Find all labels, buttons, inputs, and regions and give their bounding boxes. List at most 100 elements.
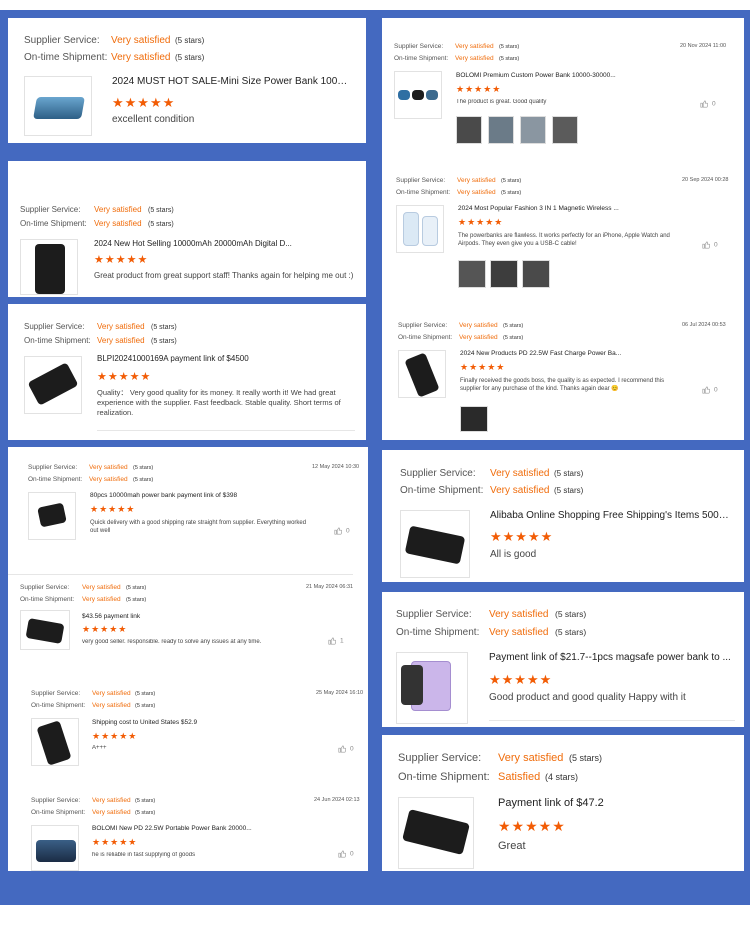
supplier-service-row: Supplier Service: Very satisfied (5 stars) — [400, 468, 583, 479]
supplier-service-value: Very satisfied — [92, 690, 131, 697]
product-thumbnail[interactable] — [396, 205, 444, 253]
review-photo[interactable] — [490, 260, 518, 288]
product-title[interactable]: 2024 New Products PD 22.5W Fast Charge P… — [460, 350, 660, 357]
on-time-shipment-row: On-time Shipment: Very satisfied (5 stars) — [31, 702, 155, 709]
on-time-shipment-value: Very satisfied — [490, 485, 550, 496]
like-button[interactable]: 0 — [702, 241, 718, 249]
product-title[interactable]: 2024 Most Popular Fashion 3 IN 1 Magneti… — [458, 205, 658, 212]
review-photo[interactable] — [460, 406, 488, 432]
on-time-shipment-count: (5 stars) — [555, 627, 587, 637]
thumbs-up-icon — [700, 100, 709, 108]
review-photo[interactable] — [456, 116, 482, 144]
product-thumbnail[interactable] — [394, 71, 442, 119]
like-button[interactable]: 0 — [702, 386, 718, 394]
on-time-shipment-count: (5 stars) — [175, 53, 205, 62]
supplier-service-label: Supplier Service: — [31, 690, 81, 697]
review-photo[interactable] — [522, 260, 550, 288]
on-time-shipment-row: On-time Shipment: Very satisfied (5 stars) — [398, 334, 523, 341]
power-bank-image — [422, 216, 438, 246]
review-text: The product is great. Good quality — [456, 99, 547, 105]
on-time-shipment-label: On-time Shipment: — [396, 627, 480, 638]
supplier-service-value: Very satisfied — [459, 322, 498, 329]
like-button[interactable]: 0 — [334, 527, 350, 535]
product-title[interactable]: Payment link of $21.7--1pcs magsafe powe… — [489, 652, 735, 663]
on-time-shipment-label: On-time Shipment: — [28, 476, 83, 483]
product-thumbnail[interactable] — [400, 510, 470, 578]
product-thumbnail[interactable] — [31, 718, 79, 766]
power-bank-image — [36, 840, 76, 862]
review-text: he is reliable in fast supplying of good… — [92, 852, 196, 858]
on-time-shipment-count: (5 stars) — [126, 597, 147, 603]
product-title[interactable]: BOLOMI Premium Custom Power Bank 10000-3… — [456, 72, 656, 79]
review-photo[interactable] — [552, 116, 578, 144]
product-title[interactable]: 2024 MUST HOT SALE-Mini Size Power Bank … — [112, 76, 352, 87]
review-card: Supplier Service: Very satisfied (5 stars)… — [8, 304, 366, 440]
review-photo[interactable] — [520, 116, 546, 144]
review-date: 12 May 2024 10:30 — [312, 464, 360, 470]
like-count: 0 — [714, 241, 718, 249]
supplier-service-row: Supplier Service: Very satisfied (5 stars) — [398, 752, 602, 764]
on-time-shipment-value: Very satisfied — [111, 52, 171, 63]
product-thumbnail[interactable] — [28, 492, 76, 540]
product-thumbnail[interactable] — [24, 356, 82, 414]
power-bank-image — [35, 244, 65, 294]
product-thumbnail[interactable] — [396, 652, 468, 724]
product-title[interactable]: 2024 New Hot Selling 10000mAh 20000mAh D… — [94, 239, 294, 248]
supplier-service-count: (5 stars) — [135, 798, 156, 804]
product-thumbnail[interactable] — [398, 797, 474, 869]
on-time-shipment-row: On-time Shipment: Very satisfied (5 stars) — [31, 809, 155, 816]
on-time-shipment-label: On-time Shipment: — [396, 189, 451, 196]
product-title[interactable]: Alibaba Online Shopping Free Shipping's … — [490, 510, 730, 521]
product-title[interactable]: BLPI20241000169A payment link of $4500 — [97, 354, 357, 363]
on-time-shipment-row: On-time Shipment: Very satisfied (5 stars) — [24, 336, 177, 345]
on-time-shipment-label: On-time Shipment: — [20, 219, 87, 228]
on-time-shipment-value: Very satisfied — [94, 219, 142, 228]
review-photo[interactable] — [458, 260, 486, 288]
product-thumbnail[interactable] — [31, 825, 79, 871]
product-title[interactable]: BOLOMI New PD 22.5W Portable Power Bank … — [92, 825, 262, 832]
supplier-service-label: Supplier Service: — [398, 322, 448, 329]
rating-stars: ★★★★★ — [97, 371, 152, 383]
supplier-service-value: Very satisfied — [455, 43, 494, 50]
like-button[interactable]: 0 — [338, 745, 354, 753]
product-thumbnail[interactable] — [24, 76, 92, 136]
supplier-service-label: Supplier Service: — [396, 177, 446, 184]
supplier-service-label: Supplier Service: — [20, 584, 70, 591]
power-bank-image — [404, 525, 466, 565]
review-text: Finally received the goods boss, the qua… — [460, 378, 665, 393]
product-title[interactable]: $43.56 payment link — [82, 613, 282, 620]
product-title[interactable]: Shipping cost to United States $52.9 — [92, 719, 292, 726]
supplier-service-row: Supplier Service: Very satisfied (5 stars) — [20, 205, 174, 214]
review-text: Quality： Very good quality for its money… — [97, 388, 341, 417]
power-bank-image — [402, 808, 470, 856]
review-card: Supplier Service: Very satisfied (5 stars)… — [382, 450, 744, 582]
on-time-shipment-label: On-time Shipment: — [31, 702, 86, 709]
like-button[interactable]: 0 — [700, 100, 716, 108]
on-time-shipment-count: (5 stars) — [135, 703, 156, 709]
like-button[interactable]: 0 — [338, 850, 354, 858]
rating-stars: ★★★★★ — [498, 818, 566, 834]
like-count: 0 — [346, 527, 350, 535]
product-title[interactable]: 80pcs 10000mah power bank payment link o… — [90, 492, 310, 499]
review-date: 06 Jul 2024 00:53 — [682, 322, 726, 328]
on-time-shipment-value: Very satisfied — [89, 476, 128, 483]
like-button[interactable]: 1 — [328, 637, 344, 645]
supplier-service-value: Very satisfied — [498, 752, 564, 764]
product-title[interactable]: Payment link of $47.2 — [498, 797, 728, 809]
rating-stars: ★★★★★ — [112, 95, 176, 110]
on-time-shipment-label: On-time Shipment: — [398, 771, 490, 783]
product-thumbnail[interactable] — [398, 350, 446, 398]
supplier-service-count: (5 stars) — [135, 691, 156, 697]
on-time-shipment-count: (5 stars) — [151, 338, 177, 345]
review-photo[interactable] — [488, 116, 514, 144]
supplier-service-count: (5 stars) — [148, 207, 174, 214]
review-text: Quick delivery with a good shipping rate… — [90, 520, 307, 535]
supplier-service-label: Supplier Service: — [20, 205, 81, 214]
supplier-service-row: Supplier Service: Very satisfied (5 stars) — [31, 797, 155, 804]
supplier-service-count: (5 stars) — [569, 753, 603, 763]
on-time-shipment-count: (5 stars) — [135, 810, 156, 816]
supplier-service-label: Supplier Service: — [31, 797, 81, 804]
product-thumbnail[interactable] — [20, 239, 78, 295]
review-date: 20 Sep 2024 00:28 — [682, 177, 729, 183]
product-thumbnail[interactable] — [20, 610, 70, 650]
